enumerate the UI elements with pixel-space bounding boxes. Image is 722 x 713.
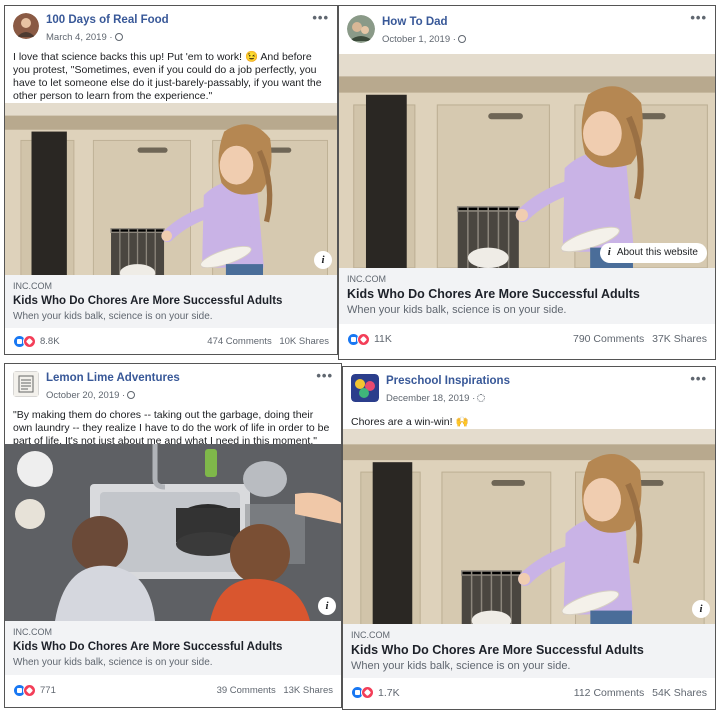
reactions-summary[interactable]: 771 (13, 683, 56, 697)
post-header: Lemon Lime Adventures October 20, 2019 ·… (5, 364, 341, 403)
link-preview[interactable]: INC.COM Kids Who Do Chores Are More Succ… (343, 624, 715, 678)
post-date[interactable]: October 20, 2019 · (46, 390, 125, 401)
info-icon[interactable]: i (692, 600, 710, 618)
post-card: 100 Days of Real Food March 4, 2019 · ••… (4, 5, 338, 355)
link-image[interactable]: i About this website (339, 54, 716, 268)
globe-icon (127, 391, 136, 399)
about-website-label: About this website (616, 247, 698, 258)
reactions-summary[interactable]: 11K (347, 332, 392, 346)
link-description: When your kids balk, science is on your … (13, 311, 213, 322)
link-domain: INC.COM (13, 627, 52, 637)
page-name-link[interactable]: Lemon Lime Adventures (46, 371, 333, 385)
globe-icon (457, 35, 466, 43)
link-domain: INC.COM (13, 281, 52, 291)
comments-count[interactable]: 112 Comments (574, 687, 644, 699)
link-domain: INC.COM (347, 274, 386, 284)
page-name-link[interactable]: 100 Days of Real Food (46, 13, 329, 27)
avatar[interactable] (13, 371, 39, 397)
more-options-icon[interactable]: ••• (316, 368, 333, 383)
info-icon[interactable]: i (318, 597, 336, 615)
link-image[interactable]: i (343, 429, 716, 624)
link-image[interactable]: i (5, 103, 338, 275)
post-footer: 11K 790 Comments 37K Shares (339, 319, 715, 359)
post-footer: 771 39 Comments 13K Shares (5, 673, 341, 707)
post-footer: 1.7K 112 Comments 54K Shares (343, 676, 715, 709)
link-title[interactable]: Kids Who Do Chores Are More Successful A… (13, 294, 329, 309)
page-name-link[interactable]: Preschool Inspirations (386, 374, 707, 388)
post-header: 100 Days of Real Food March 4, 2019 · ••… (5, 6, 337, 45)
love-reaction-icon (361, 686, 374, 699)
reactions-summary[interactable]: 1.7K (351, 686, 400, 699)
info-icon: i (607, 246, 611, 258)
post-date[interactable]: March 4, 2019 · (46, 32, 113, 43)
avatar[interactable] (351, 374, 379, 402)
reaction-count: 11K (374, 333, 392, 345)
post-caption: I love that science backs this up! Put '… (13, 51, 322, 102)
love-reaction-icon (23, 334, 36, 348)
more-options-icon[interactable]: ••• (690, 10, 707, 25)
reaction-count: 1.7K (378, 686, 400, 699)
post-caption: "By making them do chores -- taking out … (13, 409, 330, 447)
post-card: Lemon Lime Adventures October 20, 2019 ·… (4, 363, 342, 708)
shares-count[interactable]: 54K Shares (652, 687, 707, 699)
globe-icon (114, 33, 123, 41)
post-caption: Chores are a win-win! 🙌 (351, 416, 469, 428)
comments-count[interactable]: 39 Comments (217, 685, 276, 696)
avatar[interactable] (13, 13, 39, 39)
reactions-summary[interactable]: 8.8K (13, 334, 60, 348)
link-title[interactable]: Kids Who Do Chores Are More Successful A… (347, 287, 707, 302)
shares-count[interactable]: 13K Shares (283, 685, 333, 696)
link-title[interactable]: Kids Who Do Chores Are More Successful A… (13, 640, 333, 655)
link-image[interactable]: i (5, 444, 341, 621)
post-date[interactable]: December 18, 2019 · (386, 393, 475, 404)
post-header: How To Dad October 1, 2019 · ••• (339, 6, 715, 47)
page-name-link[interactable]: How To Dad (382, 15, 707, 29)
avatar[interactable] (347, 15, 375, 43)
link-description: When your kids balk, science is on your … (347, 304, 567, 316)
info-icon[interactable]: i (314, 251, 332, 269)
comments-count[interactable]: 790 Comments (573, 333, 644, 345)
link-preview[interactable]: INC.COM Kids Who Do Chores Are More Succ… (339, 268, 715, 324)
more-options-icon[interactable]: ••• (690, 371, 707, 386)
reaction-count: 771 (40, 684, 56, 696)
comments-count[interactable]: 474 Comments (207, 336, 271, 347)
more-options-icon[interactable]: ••• (312, 10, 329, 25)
link-preview[interactable]: INC.COM Kids Who Do Chores Are More Succ… (5, 275, 337, 328)
post-date[interactable]: October 1, 2019 · (382, 34, 456, 45)
post-card: Preschool Inspirations December 18, 2019… (342, 366, 716, 710)
post-footer: 8.8K 474 Comments 10K Shares (5, 328, 337, 354)
love-reaction-icon (357, 332, 370, 346)
post-header: Preschool Inspirations December 18, 2019… (343, 367, 715, 406)
link-description: When your kids balk, science is on your … (13, 657, 213, 668)
gear-icon (477, 394, 486, 402)
shares-count[interactable]: 10K Shares (279, 336, 329, 347)
link-domain: INC.COM (351, 630, 390, 640)
reaction-count: 8.8K (40, 335, 60, 347)
shares-count[interactable]: 37K Shares (652, 333, 707, 345)
post-card: How To Dad October 1, 2019 · ••• i About … (338, 5, 716, 360)
link-description: When your kids balk, science is on your … (351, 660, 571, 672)
about-website-button[interactable]: i About this website (599, 243, 707, 263)
love-reaction-icon (23, 683, 36, 697)
link-preview[interactable]: INC.COM Kids Who Do Chores Are More Succ… (5, 621, 341, 675)
link-title[interactable]: Kids Who Do Chores Are More Successful A… (351, 643, 707, 658)
